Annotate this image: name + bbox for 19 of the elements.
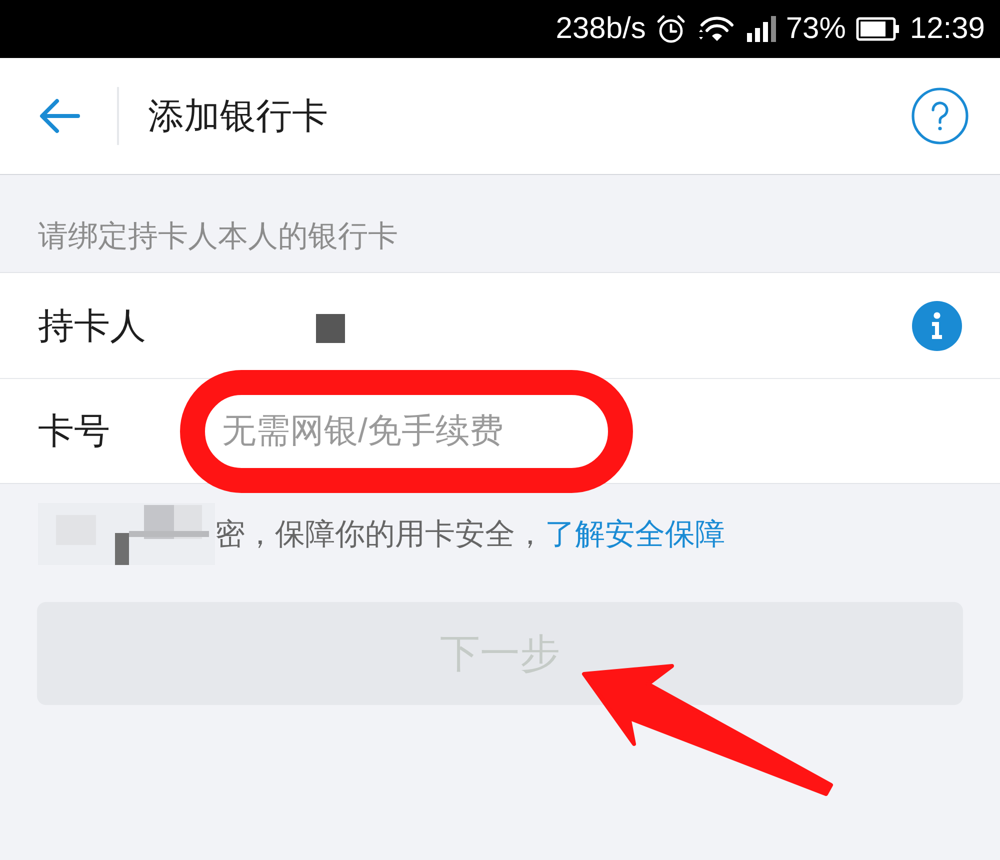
field-label: 持卡人 [38,304,147,348]
info-button[interactable] [912,300,962,350]
security-info-link[interactable]: 了解安全保障 [545,512,725,556]
info-icon [912,300,962,350]
network-speed-text: 238b/s [556,14,646,44]
field-label: 卡号 [38,409,111,453]
help-button[interactable] [911,87,969,145]
battery-percent-text: 73% [786,14,846,44]
back-arrow-icon [38,98,80,134]
card-number-field[interactable]: 无需网银/免手续费 [222,406,592,456]
back-button[interactable] [38,98,80,134]
battery-icon [856,17,900,41]
page-title: 添加银行卡 [148,94,328,138]
section-hint-text: 请绑定持卡人本人的银行卡 [38,220,398,253]
help-icon [911,87,969,145]
alarm-clock-icon [656,14,686,44]
security-note-text: 密，保障你的用卡安全， [215,516,545,552]
signal-strength-icon [746,16,776,42]
clock-time-text: 12:39 [910,14,985,44]
